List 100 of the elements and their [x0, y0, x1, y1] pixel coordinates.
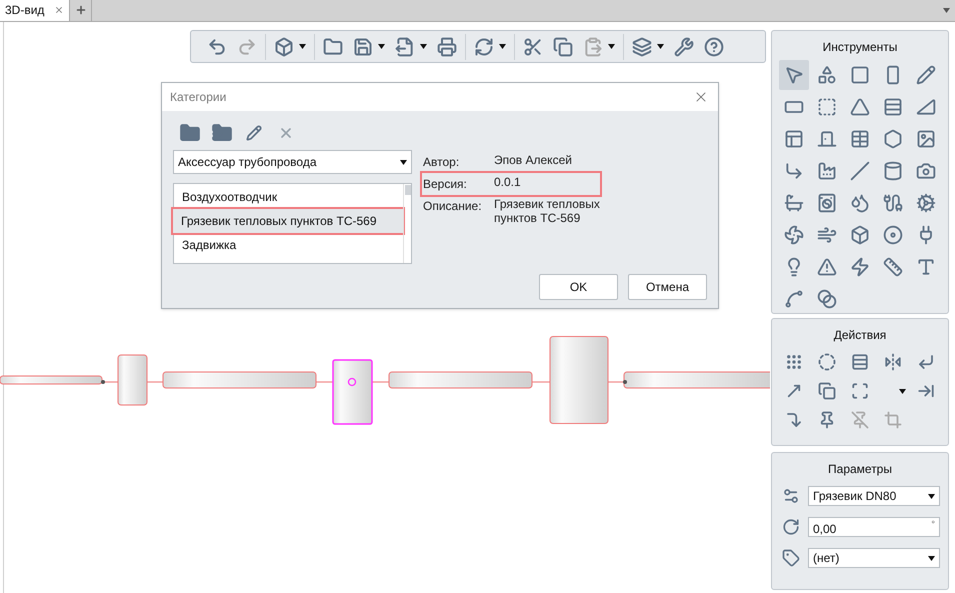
caret-icon — [942, 8, 950, 12]
parameter-select[interactable]: (нет) — [808, 548, 940, 568]
lightning-icon — [850, 257, 870, 277]
ok-button[interactable]: OK — [539, 274, 618, 300]
frame-icon — [817, 97, 837, 117]
redo-icon — [237, 36, 257, 56]
rows-icon — [851, 353, 869, 371]
pencil-icon — [246, 125, 262, 141]
delete-icon — [278, 125, 294, 141]
caret-icon — [608, 44, 615, 49]
export-icon — [395, 36, 415, 56]
table-icon — [850, 129, 870, 149]
list-item[interactable]: Грязевик тепловых пунктов ТС-569 — [173, 209, 403, 233]
mirror-icon — [884, 353, 902, 371]
corner-icon — [784, 161, 804, 181]
box-icon — [850, 225, 870, 245]
selection-icon — [851, 382, 869, 400]
caret-icon — [299, 44, 306, 49]
category-select[interactable]: Аксессуар трубопровода — [173, 150, 412, 174]
cancel-button[interactable]: Отмена — [628, 274, 707, 300]
factory-icon — [817, 161, 837, 181]
folder-list-icon — [211, 122, 233, 144]
view-tab[interactable]: 3D-вид — [0, 0, 70, 21]
wedge-icon — [916, 97, 936, 117]
triangle-icon — [850, 97, 870, 117]
overlap-icon — [817, 289, 837, 309]
washing-machine-icon — [817, 193, 837, 213]
arrow-to-line-icon — [917, 382, 935, 400]
pin-off-icon — [851, 411, 869, 429]
caret-icon — [400, 160, 407, 164]
cable-icon — [883, 193, 903, 213]
caret-icon — [420, 44, 427, 49]
panel-title: Параметры — [828, 461, 892, 478]
help-icon — [704, 36, 724, 56]
undo-icon — [207, 36, 227, 56]
tool-button[interactable] — [779, 60, 809, 90]
dialog-title: Категории — [170, 89, 226, 106]
panel-title: Инструменты — [822, 39, 898, 56]
caret-icon — [899, 388, 906, 394]
rows-icon — [883, 97, 903, 117]
caret-icon — [657, 44, 664, 49]
disc-icon — [883, 225, 903, 245]
list-item[interactable]: Задвижка — [174, 233, 403, 257]
info-value: Грязевик тепловых пунктов ТС-569 — [494, 197, 601, 225]
angle-field[interactable]: 0,00 ° — [808, 517, 940, 537]
cube-icon — [274, 36, 294, 56]
gear-icon — [916, 193, 936, 213]
sync-icon — [474, 36, 494, 56]
square-icon — [850, 65, 870, 85]
rotate-icon — [782, 518, 800, 536]
folder-icon — [323, 36, 343, 56]
wind-icon — [817, 225, 837, 245]
folder-icon — [179, 122, 201, 144]
info-label: Описание: — [423, 198, 483, 215]
pointer-icon — [784, 65, 804, 85]
info-value: 0.0.1 — [494, 175, 522, 191]
printer-icon — [437, 36, 457, 56]
caret-icon — [499, 44, 506, 49]
wrench-icon — [674, 36, 694, 56]
save-icon — [353, 36, 373, 56]
tag-icon — [782, 549, 800, 567]
corner-arrow-icon — [785, 411, 803, 429]
hexagon-icon — [883, 129, 903, 149]
dots-icon — [785, 353, 803, 371]
caret-icon — [378, 44, 385, 49]
panel-title: Действия — [834, 327, 886, 344]
curve-icon — [784, 289, 804, 309]
list-item[interactable]: Воздухоотводчик — [174, 185, 403, 209]
close-icon — [54, 5, 64, 15]
dotted-circle-icon — [818, 353, 836, 371]
info-label: Версия: — [423, 176, 468, 193]
stack-icon — [632, 36, 652, 56]
corner-icon — [917, 353, 935, 371]
squares-icon — [818, 382, 836, 400]
pencil-icon — [916, 65, 936, 85]
warning-icon — [817, 257, 837, 277]
pin-icon — [818, 411, 836, 429]
cylinder-icon — [883, 161, 903, 181]
copy-icon — [553, 36, 573, 56]
shapes-icon — [817, 65, 837, 85]
arrow-icon — [785, 382, 803, 400]
text-icon — [916, 257, 936, 277]
line-icon — [850, 161, 870, 181]
door-icon — [817, 129, 837, 149]
window-icon — [784, 129, 804, 149]
scissors-icon — [523, 36, 543, 56]
scrollbar[interactable] — [403, 184, 411, 263]
camera-icon — [916, 161, 936, 181]
bath-icon — [784, 193, 804, 213]
unit-label: ° — [931, 518, 935, 530]
parameters-icon — [782, 487, 800, 505]
caret-icon — [928, 556, 935, 560]
droplets-icon — [850, 193, 870, 213]
parameter-select[interactable]: Грязевик DN80 — [808, 486, 940, 506]
info-label: Автор: — [423, 154, 460, 171]
caret-icon — [928, 494, 935, 498]
clipboard-icon — [583, 36, 603, 56]
plus-icon — [74, 4, 87, 16]
info-value: Эпов Алексей — [494, 153, 573, 169]
image-icon — [916, 129, 936, 149]
